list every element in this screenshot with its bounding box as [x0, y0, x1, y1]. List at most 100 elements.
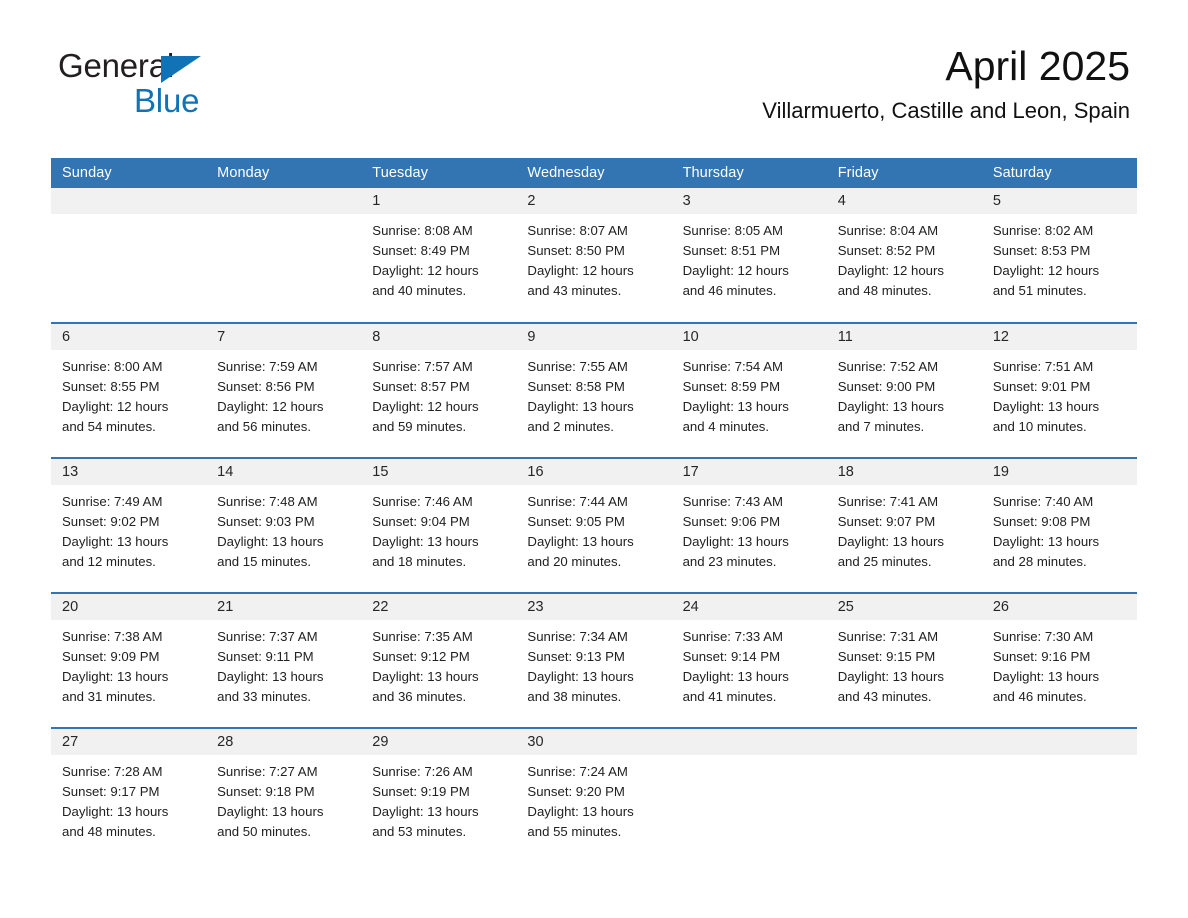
- day-number: 26: [981, 594, 1137, 620]
- day-number: [51, 188, 207, 214]
- calendar-day-cell[interactable]: 17 Sunrise: 7:43 AM Sunset: 9:06 PM Dayligh…: [671, 457, 827, 593]
- calendar-day-cell-empty: [206, 188, 362, 323]
- day-sun-info: Sunrise: 7:33 AM Sunset: 9:14 PM Daylight:…: [672, 620, 827, 707]
- day-sun-info: Sunrise: 8:00 AM Sunset: 8:55 PM Daylight:…: [51, 350, 206, 437]
- calendar-day-cell[interactable]: 27 Sunrise: 7:28 AM Sunset: 9:17 PM Dayligh…: [51, 727, 207, 863]
- sunrise-text: Sunrise: 7:57 AM: [372, 359, 473, 374]
- daylight-text-line1: Daylight: 13 hours: [837, 399, 944, 414]
- daylight-text-line2: and 59 minutes.: [372, 419, 467, 434]
- sunset-text: Sunset: 8:49 PM: [372, 243, 470, 258]
- calendar-day-cell[interactable]: 10 Sunrise: 7:54 AM Sunset: 8:59 PM Dayligh…: [671, 322, 827, 458]
- weekday-header-row: Sunday Monday Tuesday Wednesday Thursday…: [51, 158, 1137, 188]
- sunrise-text: Sunrise: 7:40 AM: [992, 494, 1094, 509]
- daylight-text-line2: and 41 minutes.: [682, 689, 777, 704]
- day-sun-info: Sunrise: 7:26 AM Sunset: 9:19 PM Daylight:…: [361, 755, 516, 842]
- calendar-day-cell[interactable]: 20 Sunrise: 7:38 AM Sunset: 9:09 PM Dayligh…: [51, 592, 207, 728]
- day-number: [206, 188, 362, 214]
- calendar-day-cell[interactable]: 28 Sunrise: 7:27 AM Sunset: 9:18 PM Dayligh…: [206, 727, 362, 863]
- day-number: 15: [361, 459, 517, 485]
- calendar-day-cell[interactable]: 4 Sunrise: 8:04 AM Sunset: 8:52 PM Daylight…: [826, 188, 982, 323]
- calendar-day-cell[interactable]: 3 Sunrise: 8:05 AM Sunset: 8:51 PM Daylight…: [671, 188, 827, 323]
- sunset-text: Sunset: 9:06 PM: [682, 514, 781, 529]
- daylight-text-line1: Daylight: 12 hours: [372, 399, 479, 414]
- calendar-day-cell[interactable]: 1 Sunrise: 8:08 AM Sunset: 8:49 PM Daylight…: [361, 188, 517, 323]
- day-number: 13: [51, 459, 207, 485]
- calendar-day-cell[interactable]: 23 Sunrise: 7:34 AM Sunset: 9:13 PM Dayligh…: [516, 592, 672, 728]
- calendar-day-cell[interactable]: 16 Sunrise: 7:44 AM Sunset: 9:05 PM Dayligh…: [516, 457, 672, 593]
- sunset-text: Sunset: 9:07 PM: [837, 514, 936, 529]
- calendar-day-cell[interactable]: 30 Sunrise: 7:24 AM Sunset: 9:20 PM Dayligh…: [516, 727, 672, 863]
- brand-name-general: General: [58, 47, 175, 84]
- daylight-text-line1: Daylight: 13 hours: [837, 534, 944, 549]
- day-sun-info: Sunrise: 7:30 AM Sunset: 9:16 PM Daylight:…: [982, 620, 1137, 707]
- sunset-text: Sunset: 8:50 PM: [527, 243, 625, 258]
- daylight-text-line2: and 4 minutes.: [682, 419, 770, 434]
- day-sun-info: Sunrise: 7:34 AM Sunset: 9:13 PM Daylight:…: [516, 620, 671, 707]
- calendar-day-cell[interactable]: 18 Sunrise: 7:41 AM Sunset: 9:07 PM Dayligh…: [826, 457, 982, 593]
- sunrise-text: Sunrise: 7:52 AM: [837, 359, 939, 374]
- calendar-day-cell[interactable]: 7 Sunrise: 7:59 AM Sunset: 8:56 PM Daylight…: [206, 322, 362, 458]
- calendar-day-cell[interactable]: 29 Sunrise: 7:26 AM Sunset: 9:19 PM Dayligh…: [361, 727, 517, 863]
- day-sun-info: Sunrise: 7:31 AM Sunset: 9:15 PM Daylight:…: [827, 620, 982, 707]
- daylight-text-line1: Daylight: 13 hours: [527, 399, 634, 414]
- sunset-text: Sunset: 8:51 PM: [682, 243, 781, 258]
- daylight-text-line2: and 48 minutes.: [837, 283, 932, 298]
- day-number: 17: [671, 459, 827, 485]
- triangle-icon: [161, 56, 201, 83]
- sunset-text: Sunset: 9:11 PM: [217, 649, 314, 664]
- day-sun-info: Sunrise: 7:59 AM Sunset: 8:56 PM Daylight:…: [206, 350, 361, 437]
- weekday-header-wednesday: Wednesday: [516, 158, 672, 188]
- calendar-day-cell[interactable]: 8 Sunrise: 7:57 AM Sunset: 8:57 PM Daylight…: [361, 322, 517, 458]
- daylight-text-line2: and 7 minutes.: [837, 419, 925, 434]
- calendar-day-cell-empty: [671, 727, 827, 863]
- daylight-text-line2: and 10 minutes.: [992, 419, 1087, 434]
- daylight-text-line1: Daylight: 13 hours: [682, 534, 789, 549]
- calendar-day-cell[interactable]: 2 Sunrise: 8:07 AM Sunset: 8:50 PM Daylight…: [516, 188, 672, 323]
- sunrise-text: Sunrise: 7:26 AM: [372, 764, 473, 779]
- day-number: 2: [516, 188, 672, 214]
- daylight-text-line1: Daylight: 13 hours: [62, 534, 169, 549]
- sunset-text: Sunset: 8:55 PM: [62, 379, 160, 394]
- sunset-text: Sunset: 8:56 PM: [217, 379, 315, 394]
- daylight-text-line2: and 25 minutes.: [837, 554, 932, 569]
- sunrise-text: Sunrise: 7:35 AM: [372, 629, 473, 644]
- daylight-text-line1: Daylight: 13 hours: [62, 804, 169, 819]
- day-number: 25: [826, 594, 982, 620]
- daylight-text-line1: Daylight: 13 hours: [527, 669, 634, 684]
- day-number: 22: [361, 594, 517, 620]
- sunrise-text: Sunrise: 7:41 AM: [837, 494, 939, 509]
- sunrise-text: Sunrise: 7:31 AM: [837, 629, 939, 644]
- daylight-text-line2: and 20 minutes.: [527, 554, 622, 569]
- calendar-day-cell[interactable]: 22 Sunrise: 7:35 AM Sunset: 9:12 PM Dayligh…: [361, 592, 517, 728]
- brand-logo: General Blue: [58, 47, 328, 119]
- day-sun-info: Sunrise: 7:48 AM Sunset: 9:03 PM Daylight:…: [206, 485, 361, 572]
- calendar-day-cell[interactable]: 13 Sunrise: 7:49 AM Sunset: 9:02 PM Dayligh…: [51, 457, 207, 593]
- sunset-text: Sunset: 9:04 PM: [372, 514, 470, 529]
- calendar-day-cell[interactable]: 12 Sunrise: 7:51 AM Sunset: 9:01 PM Dayligh…: [981, 322, 1137, 458]
- calendar-day-cell[interactable]: 15 Sunrise: 7:46 AM Sunset: 9:04 PM Dayligh…: [361, 457, 517, 593]
- calendar-day-cell[interactable]: 11 Sunrise: 7:52 AM Sunset: 9:00 PM Dayligh…: [826, 322, 982, 458]
- calendar-day-cell[interactable]: 6 Sunrise: 8:00 AM Sunset: 8:55 PM Daylight…: [51, 322, 207, 458]
- daylight-text-line1: Daylight: 12 hours: [837, 263, 944, 278]
- weekday-header-thursday: Thursday: [671, 158, 827, 188]
- calendar-day-cell[interactable]: 21 Sunrise: 7:37 AM Sunset: 9:11 PM Dayligh…: [206, 592, 362, 728]
- day-sun-info: Sunrise: 7:41 AM Sunset: 9:07 PM Daylight:…: [827, 485, 982, 572]
- day-sun-info: Sunrise: 7:57 AM Sunset: 8:57 PM Daylight:…: [361, 350, 516, 437]
- day-number: 16: [516, 459, 672, 485]
- daylight-text-line2: and 38 minutes.: [527, 689, 622, 704]
- day-number: 27: [51, 729, 207, 755]
- calendar-day-cell[interactable]: 24 Sunrise: 7:33 AM Sunset: 9:14 PM Dayligh…: [671, 592, 827, 728]
- day-sun-info: Sunrise: 7:43 AM Sunset: 9:06 PM Daylight:…: [672, 485, 827, 572]
- sunset-text: Sunset: 9:18 PM: [217, 784, 315, 799]
- calendar-day-cell-empty: [981, 727, 1137, 863]
- calendar-day-cell[interactable]: 25 Sunrise: 7:31 AM Sunset: 9:15 PM Dayligh…: [826, 592, 982, 728]
- calendar-week-row: 20 Sunrise: 7:38 AM Sunset: 9:09 PM Dayligh…: [51, 592, 1137, 728]
- sunset-text: Sunset: 9:16 PM: [992, 649, 1091, 664]
- sunrise-text: Sunrise: 7:46 AM: [372, 494, 473, 509]
- calendar-day-cell[interactable]: 9 Sunrise: 7:55 AM Sunset: 8:58 PM Daylight…: [516, 322, 672, 458]
- calendar-day-cell[interactable]: 5 Sunrise: 8:02 AM Sunset: 8:53 PM Daylight…: [981, 188, 1137, 323]
- daylight-text-line1: Daylight: 13 hours: [527, 534, 634, 549]
- calendar-day-cell[interactable]: 26 Sunrise: 7:30 AM Sunset: 9:16 PM Dayligh…: [981, 592, 1137, 728]
- calendar-day-cell[interactable]: 14 Sunrise: 7:48 AM Sunset: 9:03 PM Dayligh…: [206, 457, 362, 593]
- calendar-day-cell[interactable]: 19 Sunrise: 7:40 AM Sunset: 9:08 PM Dayligh…: [981, 457, 1137, 593]
